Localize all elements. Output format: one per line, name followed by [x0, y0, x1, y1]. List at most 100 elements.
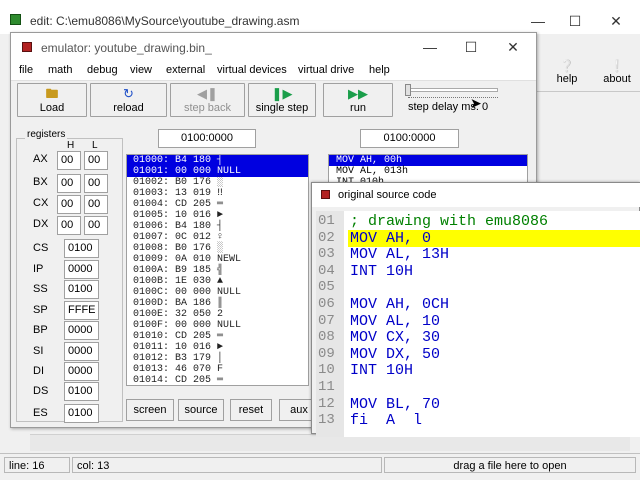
menu-help[interactable]: help [369, 64, 390, 76]
cx-low-field[interactable]: 00 [84, 195, 108, 214]
menu-virtual-devices[interactable]: virtual devices [217, 64, 287, 76]
help-button[interactable]: ❔ help [542, 59, 592, 89]
register-name: CS [33, 242, 49, 254]
memory-row[interactable]: 01001: 00 000 NULL [127, 166, 308, 177]
memory-row[interactable]: 01008: B0 176 ░ [133, 243, 223, 254]
emulator-titlebar: emulator: youtube_drawing.bin_ — ☐ ✕ [11, 33, 536, 61]
about-button[interactable]: ❕ about [592, 59, 640, 89]
memory-row[interactable]: 01011: 10 016 ► [133, 342, 223, 353]
memory-row[interactable]: 01006: B4 180 ┤ [133, 221, 223, 232]
source-line[interactable]: 02 MOV AH, 0 [316, 229, 640, 247]
register-name: SP [33, 304, 48, 316]
menu-file[interactable]: file [19, 64, 33, 76]
memory-row[interactable]: 0100A: B9 185 ╣ [133, 265, 223, 276]
source-line[interactable]: 09 MOV DX, 50 [316, 346, 640, 363]
memory-row[interactable]: 01009: 0A 010 NEWL [133, 254, 241, 265]
source-code-text: MOV AH, 0CH [350, 296, 450, 313]
source-code-editor[interactable]: 01 ; drawing with emu8086 02 MOV AH, 0 03 MOV… [316, 211, 640, 437]
reset-button[interactable]: reset [230, 399, 272, 421]
register-name: SI [33, 345, 44, 357]
step-delay-slider-thumb[interactable] [405, 84, 411, 96]
disassembly-row[interactable]: MOV AH, 00h [329, 155, 527, 166]
load-button[interactable]: 🖿 Load [17, 83, 87, 117]
emulator-minimize-icon[interactable]: — [415, 40, 445, 54]
disassembly-address-field[interactable]: 0100:0000 [360, 129, 459, 148]
source-line[interactable]: 12 MOV BL, 70 [316, 396, 640, 413]
menu-debug[interactable]: debug [87, 64, 118, 76]
step-delay-slider-track[interactable] [408, 88, 498, 92]
disassembly-row[interactable]: MOV AL, 013h [329, 166, 527, 177]
source-line[interactable]: 07 MOV AL, 10 [316, 313, 640, 330]
memory-row[interactable]: 0100E: 32 050 2 [133, 309, 223, 320]
memory-row[interactable]: 01002: B0 176 ░ [133, 177, 223, 188]
register-name: DI [33, 365, 44, 377]
source-line[interactable]: 03 MOV AL, 13H [316, 246, 640, 263]
menu-virtual-drive[interactable]: virtual drive [298, 64, 354, 76]
run-button[interactable]: ▶▶ run [323, 83, 393, 117]
memory-row[interactable]: 0100C: 00 000 NULL [133, 287, 241, 298]
bp-field[interactable]: 0000 [64, 321, 99, 340]
step-back-button[interactable]: ◀❚ step back [170, 83, 245, 117]
cs-field[interactable]: 0100 [64, 239, 99, 258]
memory-row[interactable]: 0100B: 1E 030 ▲ [133, 276, 223, 287]
memory-row[interactable]: 0100F: 00 000 NULL [133, 320, 241, 331]
memory-row[interactable]: 01005: 10 016 ► [133, 210, 223, 221]
emulator-maximize-icon[interactable]: ☐ [456, 40, 486, 54]
source-code-text: MOV DX, 50 [350, 345, 441, 363]
memory-row[interactable]: 0100D: BA 186 ║ [133, 298, 223, 309]
run-button-label: run [350, 102, 366, 114]
line-number: 07 [318, 312, 335, 329]
bx-high-field[interactable]: 00 [57, 174, 81, 193]
memory-row[interactable]: 01004: CD 205 ═ [133, 199, 223, 210]
si-field[interactable]: 0000 [64, 342, 99, 361]
es-field[interactable]: 0100 [64, 404, 99, 423]
di-field[interactable]: 0000 [64, 362, 99, 381]
step-back-icon: ◀❚ [197, 86, 218, 101]
line-number: 11 [318, 379, 335, 395]
menu-math[interactable]: math [48, 64, 72, 76]
line-number: 05 [318, 279, 335, 296]
memory-row[interactable]: 01000: B4 180 ┤ [127, 155, 308, 166]
cx-high-field[interactable]: 00 [57, 195, 81, 214]
dx-high-field[interactable]: 00 [57, 216, 81, 235]
sp-field[interactable]: FFFE [64, 301, 99, 320]
source-line[interactable]: 01 ; drawing with emu8086 [316, 213, 640, 230]
source-button[interactable]: source [178, 399, 224, 421]
memory-address-field[interactable]: 0100:0000 [158, 129, 256, 148]
maximize-icon[interactable]: ☐ [560, 14, 590, 28]
memory-row[interactable]: 01010: CD 205 ═ [133, 331, 223, 342]
ax-high-field[interactable]: 00 [57, 151, 81, 170]
ds-field[interactable]: 0100 [64, 382, 99, 401]
source-line[interactable]: 04 INT 10H [316, 263, 640, 280]
single-step-button[interactable]: ❚▶ single step [248, 83, 316, 117]
step-back-button-label: step back [183, 102, 232, 114]
source-line[interactable]: 05 [316, 279, 640, 296]
memory-row[interactable]: 01003: 13 019 ‼ [133, 188, 223, 199]
source-line[interactable]: 08 MOV CX, 30 [316, 329, 640, 346]
reload-icon: ↻ [123, 86, 134, 101]
source-line[interactable]: 06 MOV AH, 0CH [316, 296, 640, 313]
status-hint: drag a file here to open [384, 457, 636, 473]
mouse-cursor-icon: ➤ [470, 95, 482, 111]
screen-button[interactable]: screen [126, 399, 174, 421]
bx-low-field[interactable]: 00 [84, 174, 108, 193]
memory-row[interactable]: 01012: B3 179 │ [133, 353, 223, 364]
memory-row[interactable]: 01013: 46 070 F [133, 364, 223, 375]
menu-external[interactable]: external [166, 64, 205, 76]
dx-low-field[interactable]: 00 [84, 216, 108, 235]
memory-row[interactable]: 01007: 0C 012 ♀ [133, 232, 223, 243]
ax-low-field[interactable]: 00 [84, 151, 108, 170]
close-icon[interactable]: ✕ [601, 14, 631, 28]
source-code-text: MOV BL, 70 [350, 395, 441, 413]
memory-list[interactable]: 01000: B4 180 ┤ 01001: 00 000 NULL 01002: … [126, 154, 309, 386]
reload-button[interactable]: ↻ reload [90, 83, 167, 117]
source-line[interactable]: 10 INT 10H [316, 362, 640, 379]
ss-field[interactable]: 0100 [64, 280, 99, 299]
source-line[interactable]: 11 [316, 379, 640, 396]
ip-field[interactable]: 0000 [64, 260, 99, 279]
source-line[interactable]: 13 fi A l [316, 412, 640, 429]
menu-view[interactable]: view [130, 64, 152, 76]
minimize-icon[interactable]: — [523, 14, 553, 28]
memory-row[interactable]: 01014: CD 205 ═ [133, 375, 223, 385]
emulator-close-icon[interactable]: ✕ [498, 40, 528, 54]
